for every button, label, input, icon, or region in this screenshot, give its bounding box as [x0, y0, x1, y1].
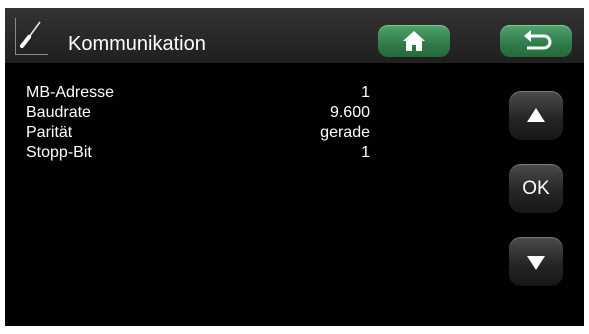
setting-label: Stopp-Bit — [26, 144, 92, 161]
display-screen: Kommunikation MB-Adresse 1 Baudrate 9.60… — [5, 8, 584, 326]
setting-value: gerade — [320, 124, 370, 141]
setting-value: 1 — [361, 84, 370, 101]
setting-label: MB-Adresse — [26, 84, 115, 101]
setting-label: Baudrate — [26, 104, 91, 121]
ok-button-label: OK — [522, 178, 550, 199]
setting-label: Parität — [26, 124, 73, 141]
setting-value: 9.600 — [329, 104, 370, 121]
down-button[interactable] — [509, 237, 563, 286]
home-icon — [403, 31, 425, 51]
arrow-up-icon — [527, 108, 545, 122]
setting-value: 1 — [361, 144, 370, 161]
page-title: Kommunikation — [68, 33, 206, 55]
ok-button[interactable]: OK — [509, 164, 563, 213]
screwdriver-icon — [15, 18, 48, 55]
arrow-down-icon — [527, 256, 545, 270]
header-bar: Kommunikation — [5, 8, 584, 63]
home-button[interactable] — [378, 25, 450, 57]
up-button[interactable] — [509, 91, 563, 140]
back-button[interactable] — [500, 25, 572, 57]
setting-row-mb-adresse[interactable]: MB-Adresse 1 — [26, 83, 370, 103]
setting-row-paritaet[interactable]: Parität gerade — [26, 123, 370, 143]
settings-panel: MB-Adresse 1 Baudrate 9.600 Parität gera… — [5, 63, 584, 326]
setting-row-stopp-bit[interactable]: Stopp-Bit 1 — [26, 143, 370, 163]
back-arrow-icon — [524, 30, 552, 50]
setting-row-baudrate[interactable]: Baudrate 9.600 — [26, 103, 370, 123]
